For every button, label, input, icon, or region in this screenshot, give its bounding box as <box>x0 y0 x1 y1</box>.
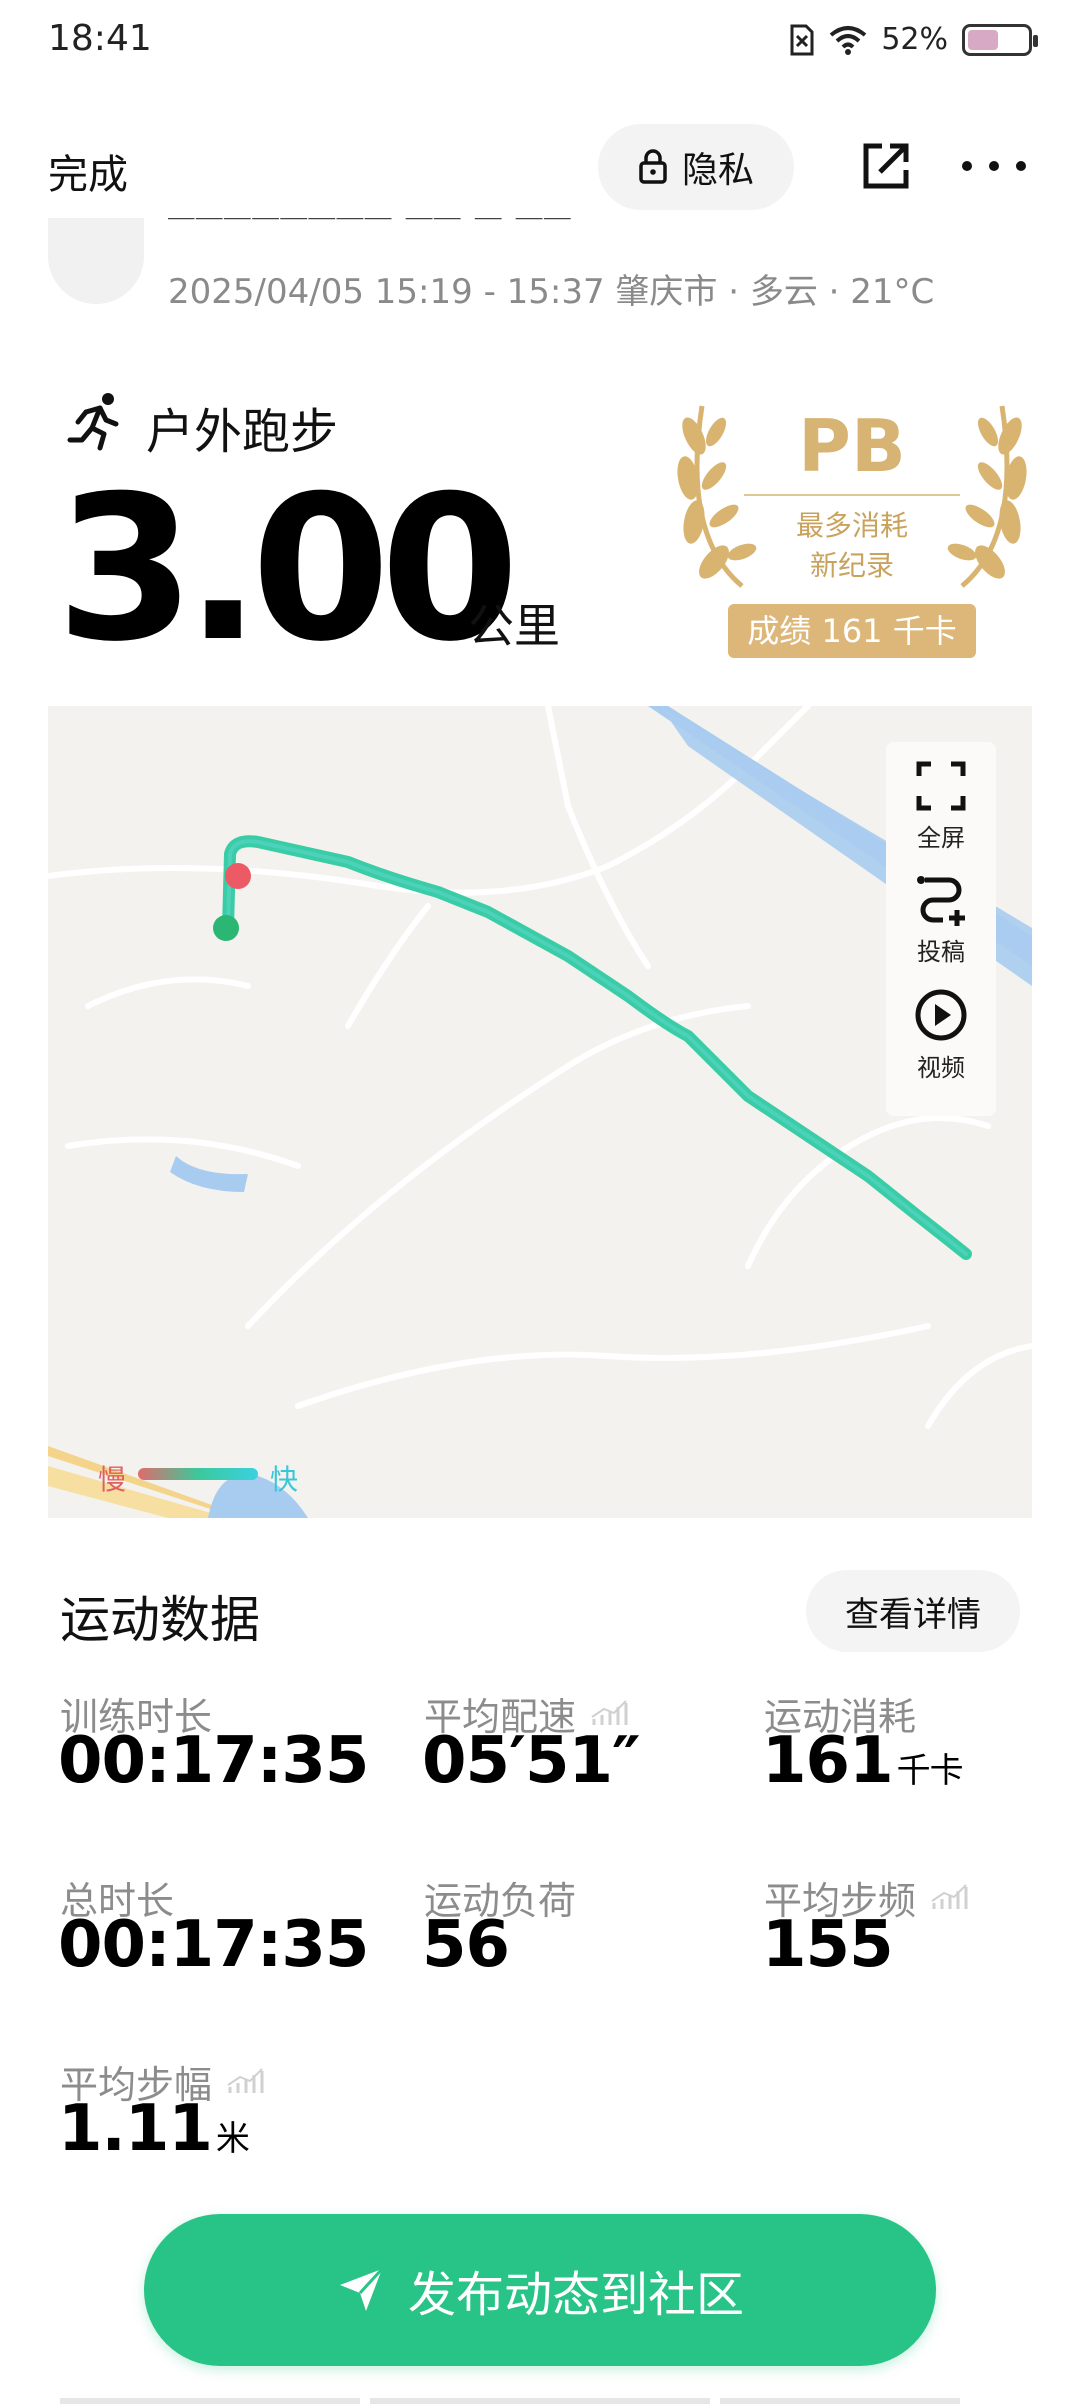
map-tools-panel: 全屏 投稿 视频 <box>886 742 996 1116</box>
publish-to-community-button[interactable]: 发布动态到社区 <box>144 2214 936 2366</box>
wifi-icon <box>830 25 867 55</box>
more-options-icon[interactable] <box>962 140 1026 192</box>
video-label: 视频 <box>917 1054 965 1082</box>
calories-unit: 千卡 <box>896 1751 964 1791</box>
bottom-scroll-hint <box>60 2398 960 2404</box>
pb-subtitle-1: 最多消耗 <box>795 509 908 542</box>
battery-percent: 52% <box>881 22 948 57</box>
pb-divider <box>744 494 960 496</box>
stat-value-training-time: 00:17:35 <box>58 1724 369 1798</box>
pb-badge[interactable]: PB 最多消耗 新纪录 成绩 161 千卡 <box>672 396 1032 676</box>
status-time: 18:41 <box>48 18 152 59</box>
stride-unit: 米 <box>215 2119 250 2159</box>
publish-label: 发布动态到社区 <box>407 2267 744 2323</box>
no-sim-icon <box>790 24 814 55</box>
avatar[interactable] <box>48 218 144 304</box>
legend-slow: 慢 <box>98 1463 127 1496</box>
fullscreen-button[interactable]: 全屏 <box>886 760 996 853</box>
privacy-button[interactable]: 隐私 <box>598 124 794 210</box>
status-icons: 52% <box>789 22 1038 57</box>
activity-type: 户外跑步 <box>146 404 339 460</box>
submit-route-label: 投稿 <box>917 938 965 966</box>
pace-legend-bar <box>138 1468 258 1480</box>
route-end-marker <box>225 863 251 889</box>
map-canvas <box>48 706 1032 1518</box>
pb-subtitle-2: 新纪录 <box>809 549 894 582</box>
stat-value-avg-stride: 1.11 米 <box>58 2092 250 2166</box>
play-icon <box>915 989 967 1041</box>
video-button[interactable]: 视频 <box>886 988 996 1083</box>
user-name-obscured: ▀▀▀▀▀▀▀▀ ▀▀ ▀ ▀▀ <box>168 218 573 240</box>
stats-section-title: 运动数据 <box>60 1591 260 1649</box>
submit-route-button[interactable]: 投稿 <box>886 874 996 967</box>
stat-value-avg-pace: 05′51″ <box>422 1724 641 1798</box>
send-icon <box>339 2267 384 2311</box>
pb-score: 成绩 161 千卡 <box>728 604 976 658</box>
fullscreen-label: 全屏 <box>917 824 965 852</box>
legend-fast: 快 <box>270 1463 299 1496</box>
distance-unit: 公里 <box>468 599 560 653</box>
workout-meta-line: 2025/04/05 15:19 - 15:37 肇庆市 · 多云 · 21°C <box>168 272 935 312</box>
stat-value-avg-cadence: 155 <box>762 1908 894 1982</box>
stat-value-calories: 161 千卡 <box>762 1724 964 1798</box>
distance-value: 3.00 <box>56 453 519 686</box>
route-start-marker <box>213 915 239 941</box>
pb-title: PB <box>798 404 906 488</box>
running-icon <box>67 393 119 451</box>
lock-icon <box>639 149 667 184</box>
route-map[interactable] <box>48 706 1032 1518</box>
stat-value-total-time: 00:17:35 <box>58 1908 369 1982</box>
fullscreen-icon <box>916 761 966 811</box>
view-details-button[interactable]: 查看详情 <box>806 1570 1020 1652</box>
stat-value-training-load: 56 <box>422 1908 510 1982</box>
done-button[interactable]: 完成 <box>48 142 128 200</box>
battery-icon <box>962 23 1038 56</box>
top-bar: 完成 隐私 <box>0 120 1080 220</box>
privacy-label: 隐私 <box>681 150 754 191</box>
share-icon[interactable] <box>860 140 912 192</box>
route-add-icon <box>917 876 965 926</box>
chart-trend-icon <box>931 1883 968 1909</box>
status-bar: 18:41 52% <box>0 0 1080 90</box>
